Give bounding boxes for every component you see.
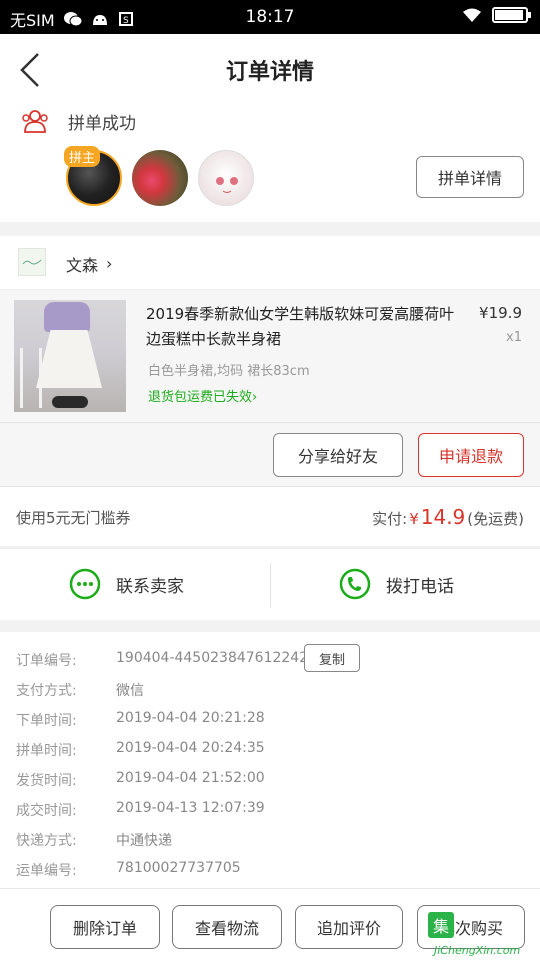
info-value: 微信 bbox=[116, 683, 144, 699]
return-shipping-note[interactable]: 退货包运费已失效› bbox=[148, 386, 257, 405]
info-value: 2019-04-04 20:21:28 bbox=[116, 710, 265, 726]
paid-label: 实付: bbox=[372, 510, 408, 528]
product-price: ¥19.9 bbox=[479, 304, 522, 322]
status-bar: 无SIM S 18:17 bbox=[0, 0, 540, 34]
anime-avatar-face bbox=[216, 177, 238, 193]
divider bbox=[270, 563, 271, 607]
info-row-tracking-no: 运单编号: 78100027737705 bbox=[16, 860, 241, 880]
header: 订单详情 bbox=[0, 34, 540, 104]
group-status-text: 拼单成功 bbox=[68, 113, 136, 134]
refund-button[interactable]: 申请退款 bbox=[418, 433, 524, 477]
group-people-icon bbox=[22, 110, 48, 133]
info-row-order-time: 下单时间: 2019-04-04 20:21:28 bbox=[16, 710, 265, 730]
shop-logo-icon bbox=[22, 259, 42, 265]
shop-name: 文森 bbox=[66, 256, 99, 275]
status-time: 18:17 bbox=[245, 7, 295, 27]
group-details-button[interactable]: 拼单详情 bbox=[416, 156, 524, 198]
group-buy-section: 拼单成功 拼主 拼单详情 bbox=[0, 104, 540, 222]
group-status: 拼单成功 bbox=[20, 108, 136, 134]
order-info: 订单编号: 190404-445023847612242 复制 支付方式: 微信… bbox=[0, 632, 540, 888]
info-row-payment: 支付方式: 微信 bbox=[16, 680, 144, 700]
avatar[interactable] bbox=[198, 150, 254, 206]
shop-row[interactable]: 文森 › bbox=[0, 236, 540, 290]
share-button[interactable]: 分享给好友 bbox=[273, 433, 403, 477]
add-review-button[interactable]: 追加评价 bbox=[295, 905, 403, 949]
call-button[interactable]: 拨打电话 bbox=[338, 567, 454, 601]
watermark-logo: 集 bbox=[428, 912, 454, 938]
info-row-courier: 快递方式: 中通快递 bbox=[16, 830, 172, 850]
contact-bar: 联系卖家 拨打电话 bbox=[0, 548, 540, 620]
delete-order-button[interactable]: 删除订单 bbox=[50, 905, 160, 949]
info-label: 运单编号: bbox=[16, 863, 77, 879]
wifi-icon bbox=[463, 8, 481, 22]
call-label: 拨打电话 bbox=[386, 576, 454, 597]
info-value: 2019-04-04 20:24:35 bbox=[116, 740, 265, 756]
info-label: 快递方式: bbox=[16, 833, 77, 849]
contact-seller-button[interactable]: 联系卖家 bbox=[68, 567, 184, 601]
view-logistics-button[interactable]: 查看物流 bbox=[172, 905, 282, 949]
phone-icon bbox=[339, 568, 371, 600]
status-right bbox=[462, 7, 531, 23]
info-label: 下单时间: bbox=[16, 713, 77, 729]
info-row-group-time: 拼单时间: 2019-04-04 20:24:35 bbox=[16, 740, 265, 760]
copy-order-id-button[interactable]: 复制 bbox=[304, 644, 360, 672]
leader-tag: 拼主 bbox=[64, 146, 101, 167]
info-label: 支付方式: bbox=[16, 683, 77, 699]
shipping-note: (免运费) bbox=[467, 510, 524, 528]
info-label: 拼单时间: bbox=[16, 743, 77, 759]
info-value: 78100027737705 bbox=[116, 860, 241, 876]
product-spec: 白色半身裙,均码 裙长83cm bbox=[148, 364, 310, 379]
info-value: 190404-445023847612242 bbox=[116, 650, 309, 666]
info-label: 成交时间: bbox=[16, 803, 77, 819]
product-item[interactable]: 2019春季新款仙女学生韩版软妹可爱高腰荷叶边蛋糕中长款半身裙 ¥19.9 x1… bbox=[0, 290, 540, 422]
shop-logo bbox=[18, 248, 46, 276]
product-image bbox=[14, 300, 126, 412]
info-row-deal-time: 成交时间: 2019-04-13 12:07:39 bbox=[16, 800, 265, 820]
page-title: 订单详情 bbox=[225, 60, 314, 85]
avatar[interactable] bbox=[132, 150, 188, 206]
chat-bubble-icon bbox=[69, 568, 101, 600]
product-title: 2019春季新款仙女学生韩版软妹可爱高腰荷叶边蛋糕中长款半身裙 bbox=[146, 305, 455, 348]
paid-currency: ¥ bbox=[409, 510, 419, 528]
info-row-order-id: 订单编号: 190404-445023847612242 bbox=[16, 650, 308, 670]
payment-summary: 使用5元无门槛券 实付: ¥ 14.9 (免运费) bbox=[0, 486, 540, 546]
product-quantity: x1 bbox=[506, 330, 522, 345]
watermark-text: JiChengXin.com bbox=[434, 944, 521, 957]
paid-amount: 14.9 bbox=[420, 505, 466, 529]
info-value: 2019-04-13 12:07:39 bbox=[116, 800, 265, 816]
chevron-right-icon: › bbox=[106, 254, 113, 273]
info-label: 订单编号: bbox=[16, 653, 77, 669]
coupon-text: 使用5元无门槛券 bbox=[16, 509, 131, 527]
paid-total: 实付: ¥ 14.9 (免运费) bbox=[372, 505, 524, 529]
info-value: 中通快递 bbox=[116, 833, 172, 849]
info-row-ship-time: 发货时间: 2019-04-04 21:52:00 bbox=[16, 770, 265, 790]
info-value: 2019-04-04 21:52:00 bbox=[116, 770, 265, 786]
product-actions: 分享给好友 申请退款 bbox=[0, 422, 540, 486]
info-label: 发货时间: bbox=[16, 773, 77, 789]
battery-icon bbox=[492, 7, 531, 23]
contact-seller-label: 联系卖家 bbox=[116, 576, 184, 597]
